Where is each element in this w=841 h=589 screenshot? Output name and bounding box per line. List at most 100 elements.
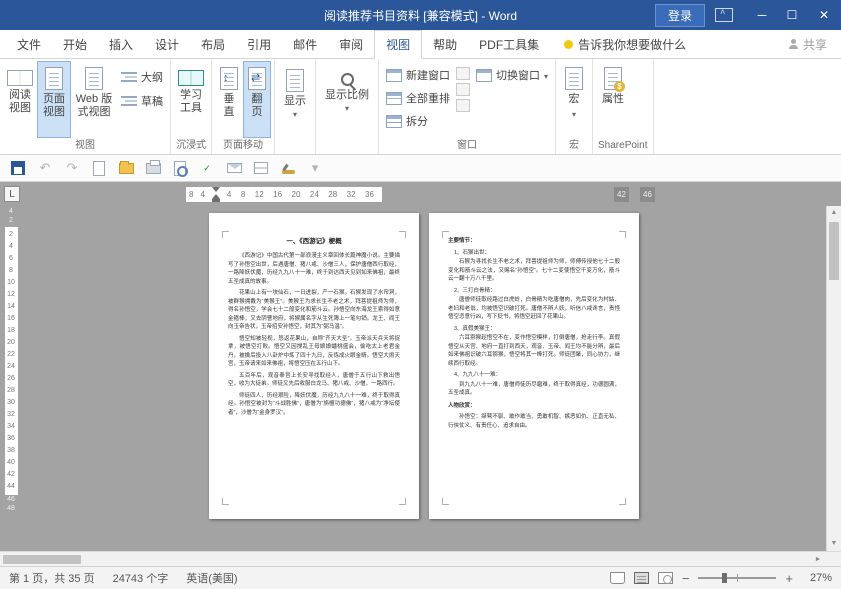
tell-me-box[interactable]: 告诉我你想要做什么 (564, 30, 686, 58)
undo-button[interactable]: ↶ (35, 158, 55, 178)
language-indicator[interactable]: 英语(美国) (186, 570, 237, 586)
page2-section-title: 2、三打白骨精： (448, 287, 620, 296)
vertical-button[interactable]: ↕ 垂直 (215, 61, 243, 138)
vertical-scrollbar-thumb[interactable] (829, 222, 839, 280)
redo-button[interactable]: ↷ (62, 158, 82, 178)
arrange-all-button[interactable]: 全部重排 (382, 88, 454, 108)
chevron-down-icon: ▾ (345, 104, 349, 113)
print-layout-view-button[interactable] (634, 572, 649, 584)
scroll-up-icon[interactable]: ▲ (827, 206, 841, 220)
customize-toolbar-button[interactable]: ▾ (305, 158, 325, 178)
save-icon (11, 161, 25, 175)
magnifier-icon (341, 73, 354, 86)
save-button[interactable] (8, 158, 28, 178)
pen-color-button[interactable] (278, 158, 298, 178)
new-window-button[interactable]: 新建窗口 (382, 65, 454, 85)
tab-references[interactable]: 引用 (236, 30, 282, 58)
side-to-side-icon: ⇄ (248, 67, 266, 90)
zoom-slider-tick (737, 574, 738, 582)
view-side-by-side-button[interactable] (456, 67, 470, 80)
share-button[interactable]: 共享 (788, 30, 827, 58)
scroll-right-icon[interactable]: ► (811, 552, 825, 566)
scroll-down-icon[interactable]: ▼ (827, 537, 841, 551)
split-icon (386, 115, 402, 128)
title-bar: 阅读推荐书目资料 [兼容模式] - Word 登录 ─ ☐ ✕ (0, 0, 841, 30)
document-canvas: L 8 4 4 8 12 16 20 24 28 32 (0, 182, 841, 551)
outline-view-button[interactable]: 大纲 (117, 67, 167, 87)
tab-mailings[interactable]: 邮件 (282, 30, 328, 58)
crop-mark-icon (222, 231, 229, 238)
show-dropdown-button[interactable]: 显示 ▾ (278, 61, 312, 121)
page1-paragraph: 《西游记》中国古代第一部浪漫主义章回体长篇神魔小说。主要描写了孙悟空出世，后遇唐… (228, 252, 400, 286)
minimize-button[interactable]: ─ (747, 0, 777, 30)
tab-design[interactable]: 设计 (144, 30, 190, 58)
tab-stop-selector[interactable]: L (4, 186, 20, 202)
web-layout-button[interactable]: Web 版式视图 (71, 61, 117, 138)
zoom-percentage[interactable]: 27% (802, 572, 832, 584)
vertical-ruler[interactable]: 4 2 2 4 6 8 10 12 14 16 18 20 22 24 26 2… (0, 206, 22, 513)
read-mode-button[interactable]: 阅读视图 (3, 61, 37, 138)
quick-access-toolbar: ↶ ↷ ✓ ▾ (0, 155, 841, 182)
document-page-1[interactable]: 一、《西游记》梗概 《西游记》中国古代第一部浪漫主义章回体长篇神魔小说。主要描写… (209, 213, 419, 519)
draw-table-button[interactable] (251, 158, 271, 178)
zoom-out-button[interactable]: − (682, 572, 690, 585)
horizontal-scrollbar[interactable]: ► (0, 551, 841, 566)
switch-windows-button[interactable]: 切换窗口 ▾ (472, 65, 552, 85)
tab-home[interactable]: 开始 (52, 30, 98, 58)
envelope-icon (227, 163, 242, 173)
maximize-button[interactable]: ☐ (777, 0, 807, 30)
macros-button[interactable]: 宏 ▾ (559, 61, 589, 138)
mail-button[interactable] (224, 158, 244, 178)
properties-button[interactable]: $ 属性 (596, 61, 630, 138)
page2-section-body: 石猴为寻找长生不老之术，拜菩提祖师为师，师傅传授他七十二般变化和筋斗云之法，又赐… (448, 258, 620, 284)
print-button[interactable] (143, 158, 163, 178)
print-layout-button[interactable]: 页面视图 (37, 61, 71, 138)
zoom-slider[interactable] (698, 577, 776, 579)
horizontal-scrollbar-thumb[interactable] (3, 555, 81, 564)
page-number-indicator[interactable]: 第 1 页，共 35 页 (9, 570, 95, 586)
ribbon-display-options-icon[interactable] (715, 8, 733, 22)
synchronous-scrolling-button[interactable] (456, 83, 470, 96)
zoom-in-button[interactable]: + (785, 572, 793, 585)
page2-characters-body: 孙悟空：桀骜不驯、敢作敢当、勇敢机智、嫉恶如仇、正直无私、行侠仗义、有责任心、追… (448, 413, 620, 430)
print-preview-button[interactable] (170, 158, 190, 178)
tab-view[interactable]: 视图 (374, 30, 422, 59)
new-document-icon (93, 161, 105, 176)
page2-section-body: 唐僧师徒取经路过白虎岭，白骨精为吃唐僧肉，先后变化为村姑、老妇和老翁，均被悟空识… (448, 296, 620, 322)
web-layout-view-button[interactable] (658, 572, 673, 584)
tab-help[interactable]: 帮助 (422, 30, 468, 58)
open-button[interactable] (116, 158, 136, 178)
zoom-slider-thumb[interactable] (722, 573, 727, 583)
first-line-indent-marker[interactable] (212, 187, 220, 192)
read-mode-view-button[interactable] (610, 572, 625, 584)
tab-pdf-tools[interactable]: PDF工具集 (468, 30, 550, 58)
indent-markers[interactable] (211, 187, 221, 202)
document-page-2[interactable]: 主要情节： 1、石猴出世： 石猴为寻找长生不老之术，拜菩提祖师为师，师傅传授他七… (429, 213, 639, 519)
arrange-all-icon (386, 92, 402, 105)
tab-insert[interactable]: 插入 (98, 30, 144, 58)
tab-review[interactable]: 审阅 (328, 30, 374, 58)
side-to-side-button[interactable]: ⇄ 翻页 (243, 61, 271, 138)
ribbon: 阅读视图 页面视图 Web 版式视图 大纲 (0, 59, 841, 155)
word-count-indicator[interactable]: 24743 个字 (113, 570, 169, 586)
split-button[interactable]: 拆分 (382, 111, 454, 131)
learning-tools-button[interactable]: 学习工具 (174, 61, 208, 138)
spelling-button[interactable]: ✓ (197, 158, 217, 178)
page1-title: 一、《西游记》梗概 (228, 237, 400, 247)
horizontal-ruler-strip[interactable]: 8 4 4 8 12 16 20 24 28 32 36 (186, 187, 382, 202)
close-button[interactable]: ✕ (807, 0, 841, 30)
new-document-button[interactable] (89, 158, 109, 178)
pen-icon (282, 170, 295, 174)
vertical-scrollbar[interactable]: ▲ ▼ (826, 206, 841, 551)
zoom-dropdown-button[interactable]: 显示比例 ▾ (319, 61, 375, 115)
group-label-page-movement: 页面移动 (215, 138, 271, 154)
reset-window-position-button[interactable] (456, 99, 470, 112)
crop-mark-icon (399, 498, 406, 505)
draft-view-button[interactable]: 草稿 (117, 91, 167, 111)
ribbon-group-show: 显示 ▾ (275, 59, 316, 154)
signin-button[interactable]: 登录 (655, 4, 705, 27)
left-indent-marker[interactable] (212, 199, 220, 202)
tab-file[interactable]: 文件 (6, 30, 52, 58)
tab-layout[interactable]: 布局 (190, 30, 236, 58)
crop-mark-icon (442, 231, 449, 238)
